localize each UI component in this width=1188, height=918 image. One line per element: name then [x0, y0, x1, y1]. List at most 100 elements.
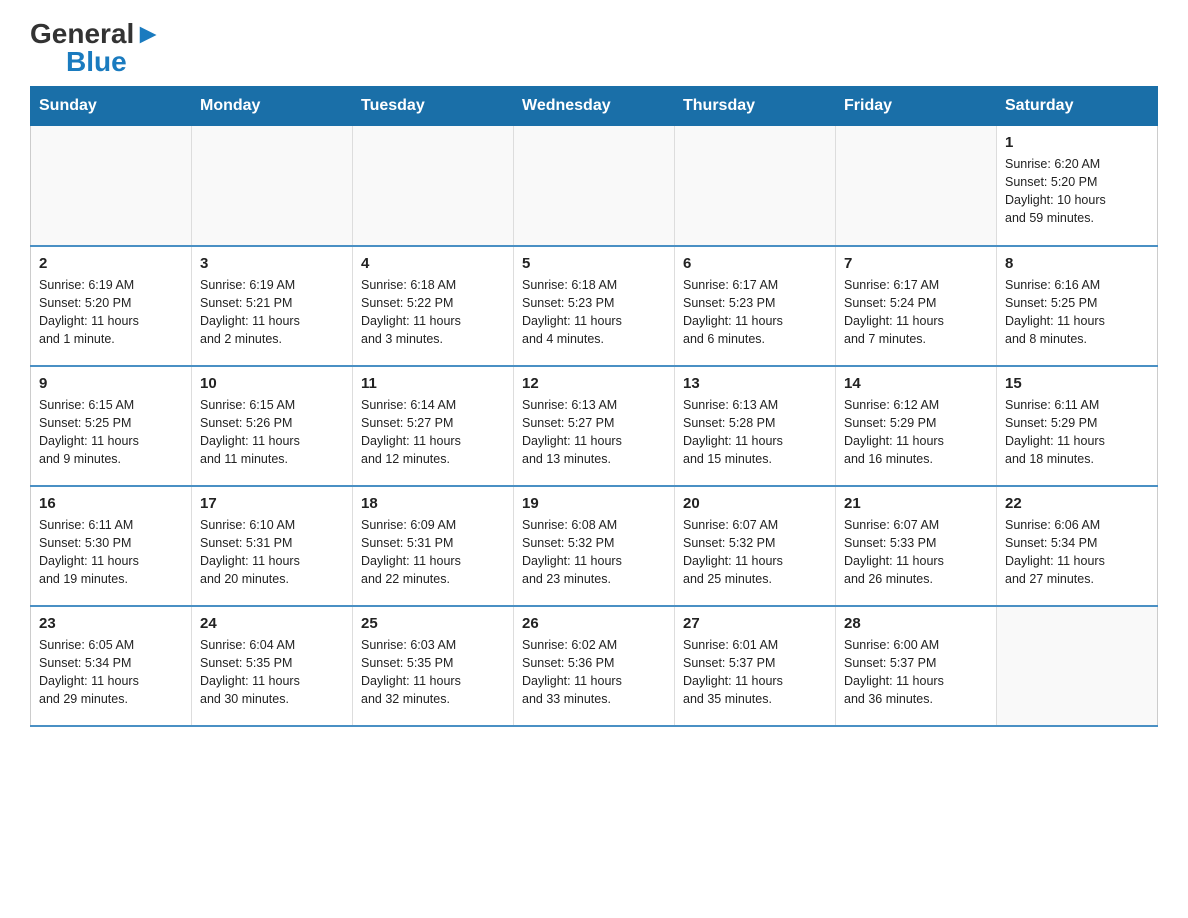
day-info: Sunrise: 6:10 AMSunset: 5:31 PMDaylight:…	[200, 516, 344, 589]
header-saturday: Saturday	[997, 87, 1158, 126]
day-info: Sunrise: 6:11 AMSunset: 5:29 PMDaylight:…	[1005, 396, 1149, 469]
calendar-cell	[31, 126, 192, 246]
calendar-cell: 4 Sunrise: 6:18 AMSunset: 5:22 PMDaylight…	[353, 246, 514, 366]
day-info: Sunrise: 6:03 AMSunset: 5:35 PMDaylight:…	[361, 636, 505, 709]
day-number: 18	[361, 495, 505, 512]
calendar-cell: 19 Sunrise: 6:08 AMSunset: 5:32 PMDayligh…	[514, 486, 675, 606]
calendar-cell: 2 Sunrise: 6:19 AMSunset: 5:20 PMDaylight…	[31, 246, 192, 366]
calendar-cell: 3 Sunrise: 6:19 AMSunset: 5:21 PMDaylight…	[192, 246, 353, 366]
calendar-cell: 25 Sunrise: 6:03 AMSunset: 5:35 PMDayligh…	[353, 606, 514, 726]
day-number: 25	[361, 615, 505, 632]
header-wednesday: Wednesday	[514, 87, 675, 126]
header-monday: Monday	[192, 87, 353, 126]
calendar-cell: 23 Sunrise: 6:05 AMSunset: 5:34 PMDayligh…	[31, 606, 192, 726]
calendar-cell	[836, 126, 997, 246]
calendar-cell: 28 Sunrise: 6:00 AMSunset: 5:37 PMDayligh…	[836, 606, 997, 726]
calendar-table: SundayMondayTuesdayWednesdayThursdayFrid…	[30, 86, 1158, 727]
day-info: Sunrise: 6:12 AMSunset: 5:29 PMDaylight:…	[844, 396, 988, 469]
day-info: Sunrise: 6:15 AMSunset: 5:26 PMDaylight:…	[200, 396, 344, 469]
calendar-week-row: 2 Sunrise: 6:19 AMSunset: 5:20 PMDaylight…	[31, 246, 1158, 366]
logo: General► Blue	[30, 20, 162, 76]
day-number: 10	[200, 375, 344, 392]
logo-blue-text: Blue	[66, 48, 127, 76]
day-number: 19	[522, 495, 666, 512]
day-number: 15	[1005, 375, 1149, 392]
day-info: Sunrise: 6:07 AMSunset: 5:33 PMDaylight:…	[844, 516, 988, 589]
day-info: Sunrise: 6:06 AMSunset: 5:34 PMDaylight:…	[1005, 516, 1149, 589]
calendar-cell: 13 Sunrise: 6:13 AMSunset: 5:28 PMDayligh…	[675, 366, 836, 486]
calendar-week-row: 1 Sunrise: 6:20 AMSunset: 5:20 PMDaylight…	[31, 126, 1158, 246]
calendar-week-row: 16Sunrise: 6:11 AMSunset: 5:30 PMDayligh…	[31, 486, 1158, 606]
day-info: Sunrise: 6:19 AMSunset: 5:21 PMDaylight:…	[200, 276, 344, 349]
day-info: Sunrise: 6:14 AMSunset: 5:27 PMDaylight:…	[361, 396, 505, 469]
calendar-cell: 5 Sunrise: 6:18 AMSunset: 5:23 PMDaylight…	[514, 246, 675, 366]
calendar-cell: 18Sunrise: 6:09 AMSunset: 5:31 PMDayligh…	[353, 486, 514, 606]
day-number: 6	[683, 255, 827, 272]
header-sunday: Sunday	[31, 87, 192, 126]
day-number: 28	[844, 615, 988, 632]
day-number: 2	[39, 255, 183, 272]
calendar-cell	[997, 606, 1158, 726]
calendar-cell: 6Sunrise: 6:17 AMSunset: 5:23 PMDaylight…	[675, 246, 836, 366]
day-number: 23	[39, 615, 183, 632]
day-info: Sunrise: 6:13 AMSunset: 5:28 PMDaylight:…	[683, 396, 827, 469]
day-info: Sunrise: 6:02 AMSunset: 5:36 PMDaylight:…	[522, 636, 666, 709]
day-info: Sunrise: 6:11 AMSunset: 5:30 PMDaylight:…	[39, 516, 183, 589]
day-info: Sunrise: 6:00 AMSunset: 5:37 PMDaylight:…	[844, 636, 988, 709]
day-number: 24	[200, 615, 344, 632]
day-info: Sunrise: 6:13 AMSunset: 5:27 PMDaylight:…	[522, 396, 666, 469]
day-number: 22	[1005, 495, 1149, 512]
day-number: 7	[844, 255, 988, 272]
day-info: Sunrise: 6:18 AMSunset: 5:22 PMDaylight:…	[361, 276, 505, 349]
calendar-cell: 8 Sunrise: 6:16 AMSunset: 5:25 PMDaylight…	[997, 246, 1158, 366]
day-number: 12	[522, 375, 666, 392]
calendar-cell	[353, 126, 514, 246]
day-number: 17	[200, 495, 344, 512]
day-number: 11	[361, 375, 505, 392]
calendar-cell	[514, 126, 675, 246]
calendar-cell: 9 Sunrise: 6:15 AMSunset: 5:25 PMDaylight…	[31, 366, 192, 486]
day-info: Sunrise: 6:05 AMSunset: 5:34 PMDaylight:…	[39, 636, 183, 709]
calendar-cell: 22 Sunrise: 6:06 AMSunset: 5:34 PMDayligh…	[997, 486, 1158, 606]
calendar-cell: 21 Sunrise: 6:07 AMSunset: 5:33 PMDayligh…	[836, 486, 997, 606]
header-thursday: Thursday	[675, 87, 836, 126]
day-number: 20	[683, 495, 827, 512]
day-number: 21	[844, 495, 988, 512]
day-number: 14	[844, 375, 988, 392]
day-info: Sunrise: 6:08 AMSunset: 5:32 PMDaylight:…	[522, 516, 666, 589]
day-info: Sunrise: 6:18 AMSunset: 5:23 PMDaylight:…	[522, 276, 666, 349]
day-number: 26	[522, 615, 666, 632]
day-number: 9	[39, 375, 183, 392]
calendar-cell: 15 Sunrise: 6:11 AMSunset: 5:29 PMDayligh…	[997, 366, 1158, 486]
calendar-cell: 24Sunrise: 6:04 AMSunset: 5:35 PMDayligh…	[192, 606, 353, 726]
logo-general-text: General►	[30, 20, 162, 48]
calendar-cell	[675, 126, 836, 246]
calendar-cell: 7Sunrise: 6:17 AMSunset: 5:24 PMDaylight…	[836, 246, 997, 366]
day-number: 4	[361, 255, 505, 272]
calendar-cell: 26 Sunrise: 6:02 AMSunset: 5:36 PMDayligh…	[514, 606, 675, 726]
calendar-week-row: 9 Sunrise: 6:15 AMSunset: 5:25 PMDaylight…	[31, 366, 1158, 486]
calendar-cell: 20 Sunrise: 6:07 AMSunset: 5:32 PMDayligh…	[675, 486, 836, 606]
day-info: Sunrise: 6:20 AMSunset: 5:20 PMDaylight:…	[1005, 155, 1149, 228]
calendar-cell: 12 Sunrise: 6:13 AMSunset: 5:27 PMDayligh…	[514, 366, 675, 486]
day-info: Sunrise: 6:19 AMSunset: 5:20 PMDaylight:…	[39, 276, 183, 349]
calendar-cell: 17 Sunrise: 6:10 AMSunset: 5:31 PMDayligh…	[192, 486, 353, 606]
calendar-cell: 10 Sunrise: 6:15 AMSunset: 5:26 PMDayligh…	[192, 366, 353, 486]
day-number: 13	[683, 375, 827, 392]
day-number: 5	[522, 255, 666, 272]
day-number: 27	[683, 615, 827, 632]
calendar-cell: 16Sunrise: 6:11 AMSunset: 5:30 PMDayligh…	[31, 486, 192, 606]
day-info: Sunrise: 6:15 AMSunset: 5:25 PMDaylight:…	[39, 396, 183, 469]
calendar-week-row: 23 Sunrise: 6:05 AMSunset: 5:34 PMDayligh…	[31, 606, 1158, 726]
calendar-cell: 14 Sunrise: 6:12 AMSunset: 5:29 PMDayligh…	[836, 366, 997, 486]
day-number: 1	[1005, 134, 1149, 151]
day-info: Sunrise: 6:01 AMSunset: 5:37 PMDaylight:…	[683, 636, 827, 709]
calendar-cell: 11 Sunrise: 6:14 AMSunset: 5:27 PMDayligh…	[353, 366, 514, 486]
header-friday: Friday	[836, 87, 997, 126]
day-number: 8	[1005, 255, 1149, 272]
day-info: Sunrise: 6:16 AMSunset: 5:25 PMDaylight:…	[1005, 276, 1149, 349]
calendar-cell: 27 Sunrise: 6:01 AMSunset: 5:37 PMDayligh…	[675, 606, 836, 726]
day-info: Sunrise: 6:07 AMSunset: 5:32 PMDaylight:…	[683, 516, 827, 589]
day-number: 3	[200, 255, 344, 272]
page-header: General► Blue	[30, 20, 1158, 76]
